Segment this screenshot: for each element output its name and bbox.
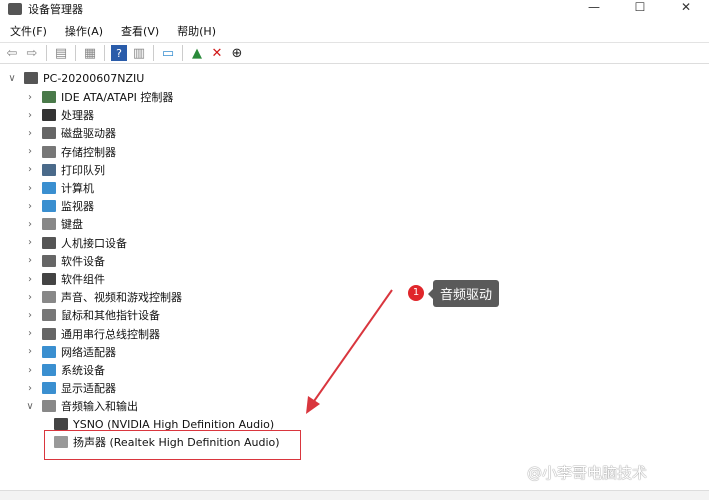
highlight-box <box>44 430 301 460</box>
watermark: @小李哥电脑技术 <box>527 464 648 482</box>
callout-label: 音频驱动 <box>427 280 500 307</box>
status-bar <box>0 490 709 500</box>
annotation-arrow <box>306 289 393 414</box>
callout-number: 1 <box>408 285 424 301</box>
